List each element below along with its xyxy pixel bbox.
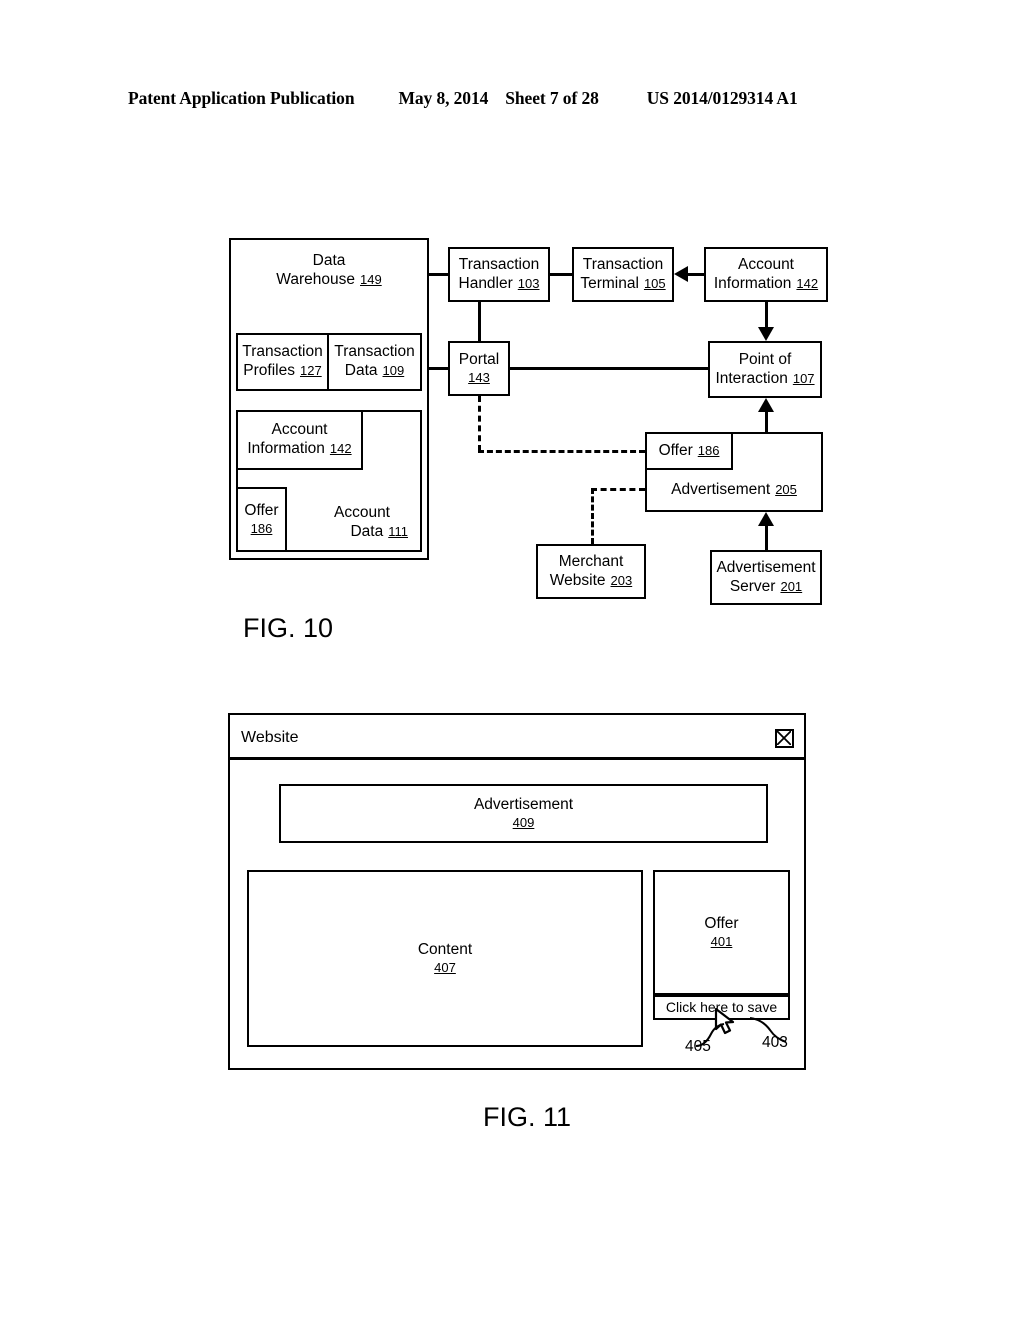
portal-label: Portal [458,351,500,369]
patent-number: US 2014/0129314 A1 [646,88,798,108]
transaction-terminal-line2: Terminal 105 [580,274,666,292]
content-area: Content 407 [247,870,643,1047]
box-portal: Portal 143 [448,341,510,396]
connector-portal-to-poi [510,367,708,370]
connector-handler-to-terminal [550,273,572,276]
close-x-glyph [777,731,791,745]
publication-date: May 8, 2014 [398,88,489,108]
account-information-line2: Information 142 [713,274,819,292]
advertisement-server-line2: Server 201 [729,577,803,595]
offer-dw-label: Offer [244,502,279,520]
offer-dw-ref: 186 [250,521,273,537]
connector-accountinfo-to-poi [765,302,768,327]
box-transaction-profiles: Transaction Profiles 127 [236,333,329,391]
sheet-number: Sheet 7 of 28 [505,88,599,108]
offer-line1: Offer 186 [658,441,720,459]
advertisement-server-line1: Advertisement [716,558,816,576]
box-advertisement-server: Advertisement Server 201 [710,550,822,605]
offer-panel: Offer 401 [653,870,790,995]
close-icon[interactable] [775,729,794,748]
advertisement-banner-ref: 409 [512,815,535,831]
dashed-merchant-to-advertisement [591,488,645,491]
content-label: Content [417,941,473,959]
connector-warehouse-to-handler [429,273,448,276]
offer-panel-label: Offer [704,915,739,933]
connector-advertisement-to-poi [765,412,768,432]
connector-adserver-to-advertisement [765,526,768,550]
transaction-profiles-ref: 127 [299,363,322,378]
data-warehouse-line1: Data [312,252,346,269]
window-title: Website [241,729,299,746]
transaction-data-line2: Data 109 [344,362,405,379]
content-ref: 407 [434,960,456,976]
account-data-ref: 111 [388,524,408,540]
box-transaction-handler: Transaction Handler 103 [448,247,550,302]
merchant-website-line1: Merchant [558,552,624,570]
account-data-line2: Data 111 [350,523,408,541]
dashed-portal-down [478,396,481,451]
advertisement-line1: Advertisement 205 [671,481,797,499]
account-information-dw-line1: Account [271,421,328,439]
callout-405: 405 [685,1038,711,1055]
account-information-ref: 142 [796,275,819,291]
connector-warehouse-to-portal [429,367,448,370]
point-of-interaction-line1: Point of [738,350,792,368]
box-offer: Offer 186 [645,432,733,470]
point-of-interaction-ref: 107 [792,370,815,386]
offer-ref: 186 [697,442,720,458]
transaction-profiles-line1: Transaction [242,343,323,361]
merchant-website-line2: Website 203 [549,571,633,589]
fig10-caption: FIG. 10 [243,613,334,643]
transaction-handler-line1: Transaction [458,255,540,273]
box-point-of-interaction: Point of Interaction 107 [708,341,822,398]
advertisement-server-ref: 201 [780,578,803,594]
account-information-dw-line2: Information 142 [247,440,352,457]
connector-accountinfo-to-terminal [688,273,704,276]
arrowhead-to-point-of-interaction-bottom [758,398,774,412]
box-account-information-warehouse: Account Information 142 [236,410,363,470]
box-account-information: Account Information 142 [704,247,828,302]
window-titlebar-divider [230,757,804,760]
point-of-interaction-line2: Interaction 107 [715,369,815,387]
portal-ref: 143 [468,370,490,386]
advertisement-banner: Advertisement 409 [279,784,768,843]
account-data-line1: Account [333,504,390,522]
transaction-terminal-line1: Transaction [582,255,664,273]
account-information-line1: Account [737,255,794,273]
offer-panel-ref: 401 [710,934,733,950]
publication-label: Patent Application Publication [128,88,355,108]
dashed-portal-to-offer [478,450,645,453]
merchant-website-ref: 203 [610,572,633,588]
transaction-data-ref: 109 [382,363,405,378]
account-information-dw-ref: 142 [329,441,352,456]
connector-handler-to-portal [478,302,481,341]
transaction-profiles-line2: Profiles 127 [243,362,322,379]
transaction-handler-line2: Handler 103 [458,274,540,292]
arrowhead-to-point-of-interaction-top [758,327,774,341]
box-transaction-data: Transaction Data 109 [327,333,422,391]
transaction-terminal-ref: 105 [643,275,666,291]
advertisement-banner-label: Advertisement [473,796,574,814]
transaction-data-line1: Transaction [334,343,415,361]
box-merchant-website: Merchant Website 203 [536,544,646,599]
page-header: Patent Application Publication May 8, 20… [128,88,896,114]
transaction-handler-ref: 103 [517,275,540,291]
box-transaction-terminal: Transaction Terminal 105 [572,247,674,302]
arrowhead-to-transaction-terminal [674,266,688,282]
fig11-caption: FIG. 11 [483,1102,572,1132]
data-warehouse-ref: 149 [360,271,382,287]
advertisement-ref: 205 [775,482,797,498]
arrowhead-to-advertisement [758,512,774,526]
box-offer-warehouse: Offer 186 [236,487,287,552]
data-warehouse-line2: Warehouse 149 [276,270,382,288]
callout-403: 403 [762,1034,788,1051]
dashed-merchant-up [591,488,594,544]
